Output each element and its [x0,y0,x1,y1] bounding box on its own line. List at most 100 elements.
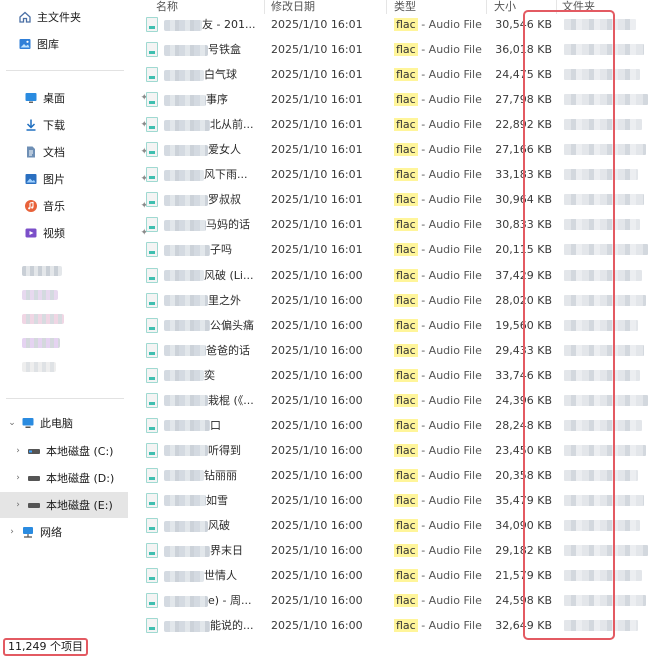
chevron-right-icon[interactable]: › [6,527,18,537]
file-row[interactable]: 口 2025/1/10 16:00 flac - Audio File 28,248 … [138,413,660,438]
file-row[interactable]: 罗叔叔 2025/1/10 16:01 flac - Audio File 30,96… [138,187,660,212]
file-row[interactable]: 子吗 2025/1/10 16:01 flac - Audio File 20,115… [138,237,660,262]
chevron-right-icon[interactable]: › [12,446,24,456]
file-row[interactable]: 白气球 2025/1/10 16:01 flac - Audio File 24,47… [138,62,660,87]
file-name-cell[interactable]: 能说的... [164,613,264,638]
drive-icon [27,444,41,458]
nav-item-documents[interactable]: 文档 ✦ [24,140,152,164]
file-row[interactable]: 里之外 2025/1/10 16:00 flac - Audio File 28,02… [138,288,660,313]
nav-item-drive-e[interactable]: › 本地磁盘 (E:) [0,492,128,518]
file-name-visible: 风破 (Li... [204,268,254,282]
file-date-cell: 2025/1/10 16:00 [271,569,363,583]
nav-item-video[interactable]: 视频 ✦ [24,221,152,245]
file-row[interactable]: 风下雨... 2025/1/10 16:01 flac - Audio File 33… [138,162,660,187]
nav-item-pictures[interactable]: 图片 ✦ [24,167,152,191]
file-row[interactable]: 事序 2025/1/10 16:01 flac - Audio File 27,798… [138,87,660,112]
file-row[interactable]: 如雪 2025/1/10 16:00 flac - Audio File 35,479… [138,488,660,513]
blurred-nav-item[interactable] [22,266,62,276]
file-size-cell: 24,396 KB [495,393,552,407]
blurred-nav-item[interactable] [22,314,64,324]
file-name-cell[interactable]: 友 - 201... [164,12,264,37]
chevron-right-icon[interactable]: › [12,500,24,510]
file-name-cell[interactable]: 风破 [164,513,264,538]
file-extension-tag: flac [394,93,418,107]
file-name-cell[interactable]: 爸爸的话 [164,338,264,363]
file-name-cell[interactable]: 爱女人 [164,137,264,162]
blurred-nav-item[interactable] [22,338,60,348]
nav-item-network[interactable]: › 网络 [6,520,134,544]
file-row[interactable]: e) - 周... 2025/1/10 16:00 flac - Audio Fil… [138,588,660,613]
file-row[interactable]: 钻丽丽 2025/1/10 16:00 flac - Audio File 20,35… [138,463,660,488]
file-date-cell: 2025/1/10 16:00 [271,594,363,608]
file-type-text: - Audio File [417,318,482,332]
nav-item-gallery[interactable]: 图库 [18,32,146,56]
file-name-visible: e) - 周... [208,594,252,608]
file-row[interactable]: 听得到 2025/1/10 16:00 flac - Audio File 23,45… [138,438,660,463]
file-row[interactable]: 友 - 201... 2025/1/10 16:01 flac - Audio Fi… [138,12,660,37]
file-row[interactable]: 能说的... 2025/1/10 16:00 flac - Audio File 32… [138,613,660,638]
file-row[interactable]: 奕 2025/1/10 16:00 flac - Audio File 33,746 … [138,363,660,388]
chevron-right-icon[interactable]: › [12,473,24,483]
redacted-name [164,595,208,607]
file-size-cell: 20,115 KB [495,243,552,257]
file-row[interactable]: 马妈的话 2025/1/10 16:01 flac - Audio File 30,8… [138,212,660,237]
file-type-cell: flac - Audio File [394,187,482,212]
file-row[interactable]: 界末日 2025/1/10 16:00 flac - Audio File 29,18… [138,538,660,563]
file-name-cell[interactable]: 如雪 [164,488,264,513]
redacted-name [164,270,204,281]
file-name-cell[interactable]: 栽棍 (《... [164,388,264,413]
file-size-cell: 33,183 KB [495,168,552,182]
file-row[interactable]: 北从前... 2025/1/10 16:01 flac - Audio File 22… [138,112,660,137]
file-name-cell[interactable]: 世情人 [164,563,264,588]
audio-file-icon [146,543,158,559]
nav-item-desktop[interactable]: 桌面 ✦ [24,86,152,110]
file-name-cell[interactable]: 钻丽丽 [164,463,264,488]
nav-item-home[interactable]: 主文件夹 [18,5,146,29]
file-name-cell[interactable]: 子吗 [164,237,264,262]
audio-file-icon [146,518,158,533]
file-type-text: - Audio File [417,368,482,382]
file-row[interactable]: 爸爸的话 2025/1/10 16:00 flac - Audio File 29,4… [138,338,660,363]
file-name-cell[interactable]: e) - 周... [164,588,264,613]
redacted-name [164,395,208,407]
file-row[interactable]: 号铁盒 2025/1/10 16:01 flac - Audio File 36,01… [138,37,660,62]
file-name-cell[interactable]: 公偏头痛 [164,313,264,338]
file-name-cell[interactable]: 北从前... [164,112,264,137]
file-name-cell[interactable]: 白气球 [164,62,264,87]
file-row[interactable]: 世情人 2025/1/10 16:00 flac - Audio File 21,57… [138,563,660,588]
file-row[interactable]: 公偏头痛 2025/1/10 16:00 flac - Audio File 19,5… [138,313,660,338]
file-name-cell[interactable]: 风下雨... [164,162,264,187]
nav-item-drive-c[interactable]: › 本地磁盘 (C:) [12,439,140,463]
file-type-text: - Audio File [417,519,482,532]
nav-item-download[interactable]: 下载 ✦ [24,113,152,137]
file-row[interactable]: 风破 (Li... 2025/1/10 16:00 flac - Audio Fil… [138,263,660,288]
file-name-cell[interactable]: 号铁盒 [164,37,264,62]
nav-item-music[interactable]: 音乐 ✦ [24,194,152,218]
file-name-cell[interactable]: 里之外 [164,288,264,313]
file-name-cell[interactable]: 风破 (Li... [164,263,264,288]
file-name-cell[interactable]: 口 [164,413,264,438]
blurred-nav-item[interactable] [22,362,56,372]
file-date-cell: 2025/1/10 16:01 [271,43,363,57]
file-type-cell: flac - Audio File [394,62,482,87]
file-name-cell[interactable]: 听得到 [164,438,264,463]
file-row[interactable]: 爱女人 2025/1/10 16:01 flac - Audio File 27,16… [138,137,660,162]
navigation-pane: 主文件夹 图库 桌面 ✦ 下载 ✦ 文档 ✦ 图片 ✦ 音乐 ✦ 视频 ✦ ⌄ … [0,0,148,630]
redacted-folder [564,319,638,331]
file-name-cell[interactable]: 奕 [164,363,264,388]
nav-label-drive-e: 本地磁盘 (E:) [46,499,113,512]
file-name-cell[interactable]: 马妈的话 [164,212,264,237]
file-size-cell: 30,833 KB [495,218,552,232]
chevron-down-icon[interactable]: ⌄ [6,418,18,428]
file-name-cell[interactable]: 界末日 [164,538,264,563]
redacted-name [164,420,210,432]
nav-item-this-pc[interactable]: ⌄ 此电脑 [6,411,134,435]
file-type-cell: flac - Audio File [394,563,482,588]
file-name-cell[interactable]: 事序 [164,87,264,112]
nav-item-drive-d[interactable]: › 本地磁盘 (D:) [12,466,140,490]
file-name-visible: 奕 [204,368,215,382]
file-row[interactable]: 栽棍 (《... 2025/1/10 16:00 flac - Audio File… [138,388,660,413]
blurred-nav-item[interactable] [22,290,58,300]
file-name-cell[interactable]: 罗叔叔 [164,187,264,212]
file-row[interactable]: 风破 2025/1/10 16:00 flac - Audio File 34,090… [138,513,660,538]
